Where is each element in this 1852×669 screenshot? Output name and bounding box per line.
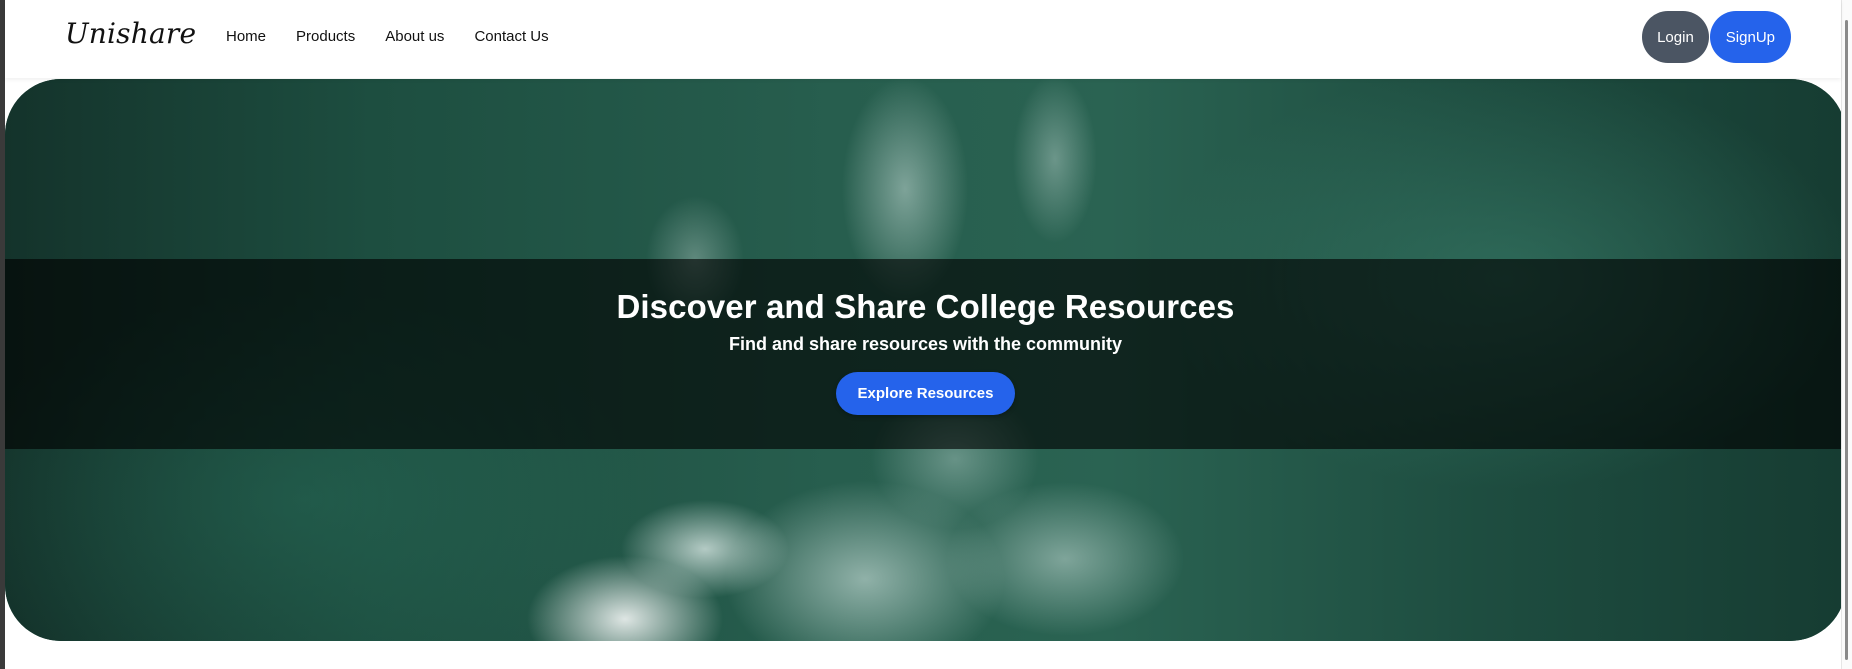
nav-link-products[interactable]: Products: [296, 28, 355, 45]
hero-title: Discover and Share College Resources: [616, 288, 1235, 325]
explore-resources-button[interactable]: Explore Resources: [835, 372, 1016, 415]
nav-link-contact[interactable]: Contact Us: [474, 28, 548, 45]
hero-subtitle: Find and share resources with the commun…: [728, 334, 1123, 354]
hero-content: Discover and Share College Resources Fin…: [5, 259, 1846, 449]
scrollbar[interactable]: [1841, 0, 1852, 669]
nav-link-home[interactable]: Home: [226, 28, 266, 45]
page: Unishare Home Products About us Contact …: [0, 0, 1852, 669]
hero-banner: Discover and Share College Resources Fin…: [5, 79, 1846, 641]
navbar: Unishare Home Products About us Contact …: [5, 0, 1841, 78]
nav-link-about[interactable]: About us: [385, 28, 444, 45]
auth-buttons: Login SignUp: [1642, 11, 1791, 63]
nav-links: Home Products About us Contact Us: [226, 28, 579, 45]
login-button[interactable]: Login: [1642, 11, 1709, 63]
scrollbar-thumb[interactable]: [1845, 20, 1848, 660]
brand-logo[interactable]: Unishare: [65, 17, 196, 50]
signup-button[interactable]: SignUp: [1709, 11, 1791, 63]
